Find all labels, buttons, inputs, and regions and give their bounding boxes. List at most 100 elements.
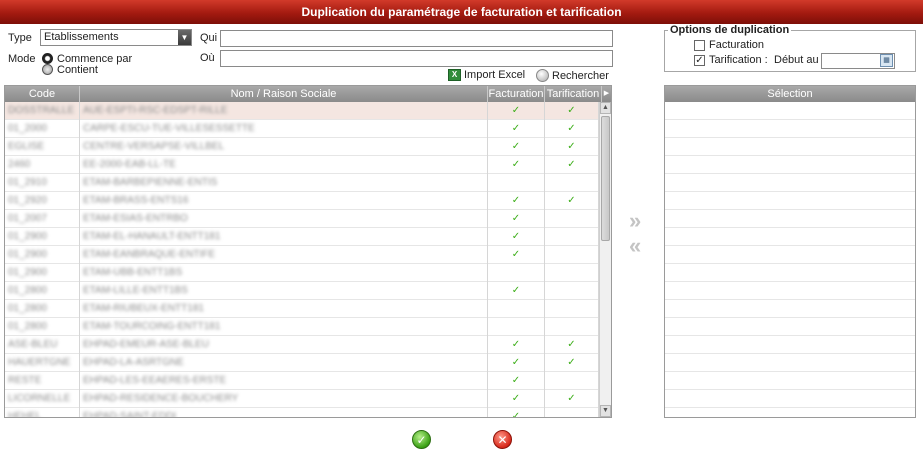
- selection-header[interactable]: Sélection: [665, 86, 915, 102]
- row-tarification-empty[interactable]: [545, 408, 599, 417]
- row-facturation-empty[interactable]: [488, 300, 545, 318]
- import-excel-button[interactable]: X Import Excel: [448, 69, 525, 81]
- check-icon[interactable]: ✓: [488, 282, 545, 300]
- list-item[interactable]: [665, 246, 915, 264]
- header-tarification[interactable]: Tarification: [545, 86, 602, 102]
- table-row[interactable]: 01_2910 ETAM-BARBEPIENNE-ENTIS: [5, 174, 599, 192]
- table-row[interactable]: HEHEL EHPAD-SAINT-EDDI ✓: [5, 408, 599, 417]
- row-tarification-empty[interactable]: [545, 228, 599, 246]
- list-item[interactable]: [665, 174, 915, 192]
- list-item[interactable]: [665, 138, 915, 156]
- check-icon[interactable]: ✓: [488, 408, 545, 417]
- mode-radio-commence[interactable]: [42, 53, 53, 64]
- check-icon[interactable]: ✓: [488, 102, 545, 120]
- search-button[interactable]: Rechercher: [536, 69, 609, 82]
- table-row[interactable]: 01_2900 ETAM-EL-HANAULT-ENTT181 ✓: [5, 228, 599, 246]
- scroll-down-icon[interactable]: ▼: [600, 405, 611, 417]
- list-item[interactable]: [665, 336, 915, 354]
- mode-radio-contient[interactable]: [42, 64, 53, 75]
- table-row[interactable]: 01_2800 ETAM-RIUBEUX-ENTT181: [5, 300, 599, 318]
- row-tarification-empty[interactable]: [545, 318, 599, 336]
- check-icon[interactable]: ✓: [488, 156, 545, 174]
- table-row[interactable]: 01_2007 ETAM-ESIAS-ENTRBO ✓: [5, 210, 599, 228]
- facturation-checkbox[interactable]: [694, 40, 705, 51]
- row-tarification-empty[interactable]: [545, 372, 599, 390]
- list-item[interactable]: [665, 300, 915, 318]
- ou-input[interactable]: [220, 50, 613, 67]
- table-row[interactable]: 2460 EE-2000-EAB-LL-TE ✓ ✓: [5, 156, 599, 174]
- scroll-thumb[interactable]: [601, 116, 610, 241]
- header-menu-icon[interactable]: ▶: [602, 86, 611, 102]
- check-icon[interactable]: ✓: [488, 390, 545, 408]
- table-row[interactable]: EGLISE CENTRE-VERSAPSE-VILLBEL ✓ ✓: [5, 138, 599, 156]
- check-icon[interactable]: ✓: [488, 246, 545, 264]
- row-code-text: 01_2900: [8, 267, 47, 278]
- confirm-button[interactable]: ✓: [412, 430, 431, 449]
- list-item[interactable]: [665, 210, 915, 228]
- move-left-icon[interactable]: «: [629, 235, 641, 257]
- list-item[interactable]: [665, 120, 915, 138]
- row-tarification-empty[interactable]: [545, 282, 599, 300]
- tarification-checkbox[interactable]: ✓: [694, 55, 705, 66]
- row-tarification-empty[interactable]: [545, 264, 599, 282]
- grid-scrollbar[interactable]: ▲ ▼: [599, 102, 611, 417]
- check-icon[interactable]: ✓: [545, 102, 599, 120]
- table-row[interactable]: ASE-BLEU EHPAD-EMEUR-ASE-BLEU ✓ ✓: [5, 336, 599, 354]
- table-row[interactable]: HAUERTGNE EHPAD-LA-ASRTGNE ✓ ✓: [5, 354, 599, 372]
- type-select[interactable]: Etablissements ▼: [40, 29, 192, 46]
- list-item[interactable]: [665, 390, 915, 408]
- list-item[interactable]: [665, 192, 915, 210]
- table-row[interactable]: 01_2900 ETAM-UBB-ENTT1BS: [5, 264, 599, 282]
- list-item[interactable]: [665, 156, 915, 174]
- table-row[interactable]: DOSSTRALLE AUE-ESPTI-RSC-EDSPT-RILLE ✓ ✓: [5, 102, 599, 120]
- check-icon[interactable]: ✓: [488, 354, 545, 372]
- row-facturation-empty[interactable]: [488, 264, 545, 282]
- check-icon[interactable]: ✓: [488, 138, 545, 156]
- check-icon[interactable]: ✓: [488, 372, 545, 390]
- check-icon[interactable]: ✓: [488, 192, 545, 210]
- table-row[interactable]: RESTE EHPAD-LES-EEAERES-ERSTE ✓: [5, 372, 599, 390]
- qui-input[interactable]: [220, 30, 613, 47]
- list-item[interactable]: [665, 354, 915, 372]
- row-facturation-empty[interactable]: [488, 318, 545, 336]
- table-row[interactable]: 01_2800 ETAM-LILLE-ENTT1BS ✓: [5, 282, 599, 300]
- check-icon[interactable]: ✓: [488, 228, 545, 246]
- check-icon[interactable]: ✓: [545, 120, 599, 138]
- row-tarification-empty[interactable]: [545, 300, 599, 318]
- header-name[interactable]: Nom / Raison Sociale: [80, 86, 488, 102]
- row-facturation-empty[interactable]: [488, 174, 545, 192]
- table-row[interactable]: LICORNELLE EHPAD-RESIDENCE-BOUCHERY ✓ ✓: [5, 390, 599, 408]
- list-item[interactable]: [665, 408, 915, 417]
- list-item[interactable]: [665, 318, 915, 336]
- check-icon[interactable]: ✓: [488, 120, 545, 138]
- cancel-button[interactable]: ✕: [493, 430, 512, 449]
- table-row[interactable]: 01_2000 CARPE-ESCU-TUE-VILLESESSETTE ✓ ✓: [5, 120, 599, 138]
- header-code[interactable]: Code: [5, 86, 80, 102]
- row-tarification-empty[interactable]: [545, 174, 599, 192]
- chevron-down-icon[interactable]: ▼: [178, 30, 191, 45]
- list-item[interactable]: [665, 264, 915, 282]
- row-tarification-empty[interactable]: [545, 210, 599, 228]
- header-facturation[interactable]: Facturation: [488, 86, 545, 102]
- list-item[interactable]: [665, 228, 915, 246]
- row-code: 01_2910: [5, 174, 80, 192]
- table-row[interactable]: 01_2800 ETAM-TOURCOING-ENTT181: [5, 318, 599, 336]
- check-icon[interactable]: ✓: [545, 336, 599, 354]
- list-item[interactable]: [665, 372, 915, 390]
- check-icon[interactable]: ✓: [545, 354, 599, 372]
- table-row[interactable]: 01_2900 ETAM-EANBRAQUE-ENTIFE ✓: [5, 246, 599, 264]
- table-row[interactable]: 01_2920 ETAM-BRASS-ENTS16 ✓ ✓: [5, 192, 599, 210]
- scroll-up-icon[interactable]: ▲: [600, 102, 611, 114]
- row-tarification-empty[interactable]: [545, 246, 599, 264]
- check-icon[interactable]: ✓: [488, 336, 545, 354]
- calendar-icon[interactable]: ▦: [880, 54, 893, 67]
- check-icon[interactable]: ✓: [545, 192, 599, 210]
- list-item[interactable]: [665, 102, 915, 120]
- row-name: EE-2000-EAB-LL-TE: [80, 156, 488, 174]
- check-icon[interactable]: ✓: [545, 390, 599, 408]
- move-right-icon[interactable]: »: [629, 210, 641, 232]
- check-icon[interactable]: ✓: [545, 156, 599, 174]
- check-icon[interactable]: ✓: [545, 138, 599, 156]
- list-item[interactable]: [665, 282, 915, 300]
- check-icon[interactable]: ✓: [488, 210, 545, 228]
